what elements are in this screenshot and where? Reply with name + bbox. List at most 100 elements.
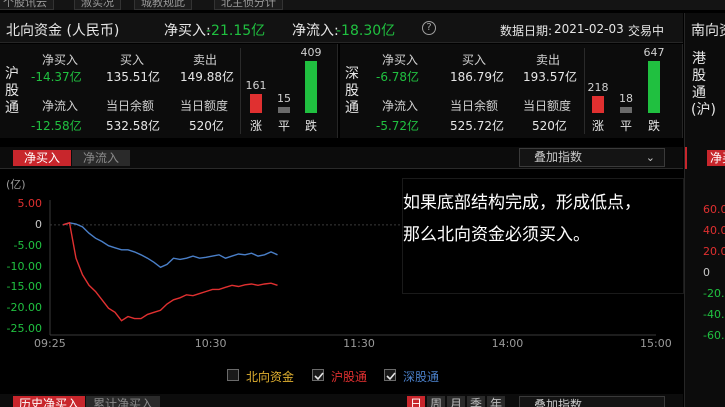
sh-net-buy-label: 净买入 [42, 53, 79, 67]
sz-balance-label: 当日余额 [450, 99, 499, 113]
header-net-buy-label: 净买入: [164, 23, 211, 39]
right-y-tick-label: 60.00 [703, 203, 725, 216]
sz-net-inflow-label: 净流入 [382, 99, 419, 113]
history-toolbar: 历史净买入 累计净买入 日 周 月 季 年 叠加指数 [0, 394, 683, 407]
history-overlay-index-dropdown[interactable]: 叠加指数 [519, 396, 665, 407]
top-tab-4[interactable]: 北主侦分计 [214, 0, 283, 10]
period-week[interactable]: 周 [427, 396, 445, 407]
sh-up-label: 涨 [249, 119, 262, 133]
northbound-header: 北向资金 (人民币) 净买入: -21.15亿 净流入: -18.30亿 ? 数… [0, 13, 683, 43]
top-tab-strip: 个股讯云 淑实况 城教规此 北主侦分计 [0, 0, 725, 10]
sh-net-inflow-value: -12.58亿 [31, 119, 82, 133]
sh-flat-count: 15 [277, 92, 291, 105]
date-value: 2021-02-03 [554, 22, 624, 36]
legend-shenzhen: 深股通 [403, 370, 440, 384]
sz-flat-label: 平 [619, 119, 632, 133]
sh-divider [240, 48, 241, 134]
right-y-tick-label: 0 [703, 266, 710, 279]
southbound-panel: 南向资 港股通(沪) 净买 60.00 40.00 20.00 0 -20.00 -40.… [684, 13, 725, 407]
sh-up-count: 161 [245, 79, 267, 92]
overlay-index-label: 叠加指数 [534, 150, 583, 164]
help-icon[interactable]: ? [422, 21, 436, 35]
shanghai-connect-panel: 沪股通 净买入 -14.37亿 买入 135.51亿 卖出 149.88亿 净流… [0, 44, 338, 138]
chart-toolbar: 净买入 净流入 叠加指数 ⌄ [0, 147, 683, 169]
annotation-line-2: 那么北向资金必须买入。 [403, 225, 590, 245]
checkmark-icon [314, 372, 324, 381]
sz-net-inflow-value: -5.72亿 [376, 119, 420, 133]
tab-cumulative-net-buy[interactable]: 累计净买入 [86, 396, 160, 407]
right-y-tick-label: 20.00 [703, 245, 725, 258]
sh-sell-value: 149.88亿 [180, 70, 234, 84]
top-tab-2[interactable]: 淑实况 [74, 0, 121, 10]
sh-flat-bar [278, 107, 290, 113]
annotation-overlay: 如果底部结构完成，形成低点， 那么北向资金必须买入。 [402, 178, 684, 294]
sz-net-buy-label: 净买入 [382, 53, 419, 67]
shanghai-label: 沪股通 [5, 66, 19, 116]
right-y-tick-label: -60.00 [703, 329, 725, 342]
header-net-inflow-label: 净流入: [292, 23, 339, 39]
sz-sell-label: 卖出 [536, 53, 561, 67]
chevron-down-icon: ⌄ [645, 151, 655, 164]
sh-sell-label: 卖出 [193, 53, 218, 67]
sz-down-bar [648, 61, 660, 113]
shenzhen-checkbox[interactable] [384, 369, 396, 381]
sh-net-inflow-label: 净流入 [42, 99, 79, 113]
sz-balance-value: 525.72亿 [450, 119, 504, 133]
right-y-tick-label: 40.00 [703, 224, 725, 237]
top-tab-3[interactable]: 城教规此 [134, 0, 192, 10]
sh-balance-label: 当日余额 [106, 99, 155, 113]
sz-flat-bar [620, 107, 632, 113]
sz-buy-value: 186.79亿 [450, 70, 504, 84]
shenzhen-label: 深股通 [345, 66, 359, 116]
sh-quota-label: 当日额度 [180, 99, 229, 113]
sh-buy-value: 135.51亿 [106, 70, 160, 84]
sz-buy-label: 买入 [462, 53, 487, 67]
right-tab-marker [685, 147, 687, 169]
trading-status: 交易中 [628, 24, 665, 38]
shenzhen-connect-panel: 深股通 净买入 -6.78亿 买入 186.79亿 卖出 193.57亿 净流入… [340, 44, 683, 138]
northbound-checkbox[interactable] [227, 369, 239, 381]
sh-up-bar [250, 94, 262, 113]
sh-balance-value: 532.58亿 [106, 119, 160, 133]
sz-net-buy-value: -6.78亿 [376, 70, 420, 84]
legend-northbound: 北向资金 [246, 370, 295, 384]
legend-shanghai: 沪股通 [331, 370, 368, 384]
checkmark-icon [386, 372, 396, 381]
sh-down-bar [305, 61, 317, 113]
sh-flat-label: 平 [277, 119, 290, 133]
sz-flat-count: 18 [619, 92, 633, 105]
period-day[interactable]: 日 [407, 396, 425, 407]
sz-quota-value: 520亿 [532, 119, 567, 133]
southbound-title: 南向资 [691, 23, 725, 39]
period-month[interactable]: 月 [447, 396, 465, 407]
sz-up-bar [592, 96, 604, 113]
sh-net-buy-value: -14.37亿 [31, 70, 82, 84]
sh-buy-label: 买入 [120, 53, 145, 67]
header-net-inflow-value: -18.30亿 [336, 23, 396, 39]
sz-up-count: 218 [587, 81, 609, 94]
overlay-index-dropdown[interactable]: 叠加指数 ⌄ [519, 148, 665, 167]
sz-down-label: 跌 [647, 119, 660, 133]
sh-down-label: 跌 [304, 119, 317, 133]
header-title: 北向资金 (人民币) [6, 23, 120, 39]
sz-sell-value: 193.57亿 [523, 70, 577, 84]
annotation-line-1: 如果底部结构完成，形成低点， [403, 193, 641, 213]
sh-down-count: 409 [300, 46, 322, 59]
sz-up-label: 涨 [591, 119, 604, 133]
chart-legend: 北向资金 沪股通 深股通 [0, 364, 683, 386]
top-tab-1[interactable]: 个股讯云 [0, 0, 54, 10]
right-tab-net-buy[interactable]: 净买 [707, 150, 725, 166]
sz-down-count: 647 [643, 46, 665, 59]
shenzhen-series-line [62, 222, 278, 269]
shanghai-checkbox[interactable] [312, 369, 324, 381]
tab-history-net-buy[interactable]: 历史净买入 [13, 396, 85, 407]
tab-net-buy[interactable]: 净买入 [13, 150, 71, 166]
right-y-tick-label: -40.00 [703, 308, 725, 321]
tab-net-inflow[interactable]: 净流入 [72, 150, 130, 166]
date-label: 数据日期: [500, 24, 553, 38]
period-quarter[interactable]: 季 [467, 396, 485, 407]
period-year[interactable]: 年 [487, 396, 505, 407]
sz-quota-label: 当日额度 [523, 99, 572, 113]
right-y-tick-label: -20.00 [703, 287, 725, 300]
hk-connect-label: 港股通(沪) [691, 51, 716, 118]
